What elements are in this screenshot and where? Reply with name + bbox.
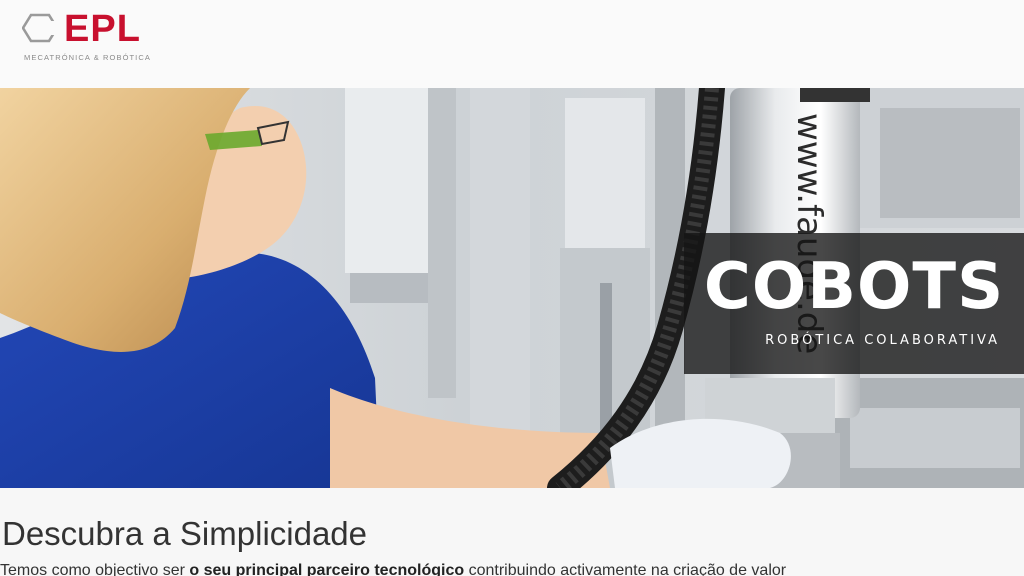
brand-tagline: MECATRÓNICA & ROBÓTICA bbox=[24, 53, 151, 62]
hero-title: COBOTS bbox=[703, 250, 1005, 324]
intro-text-end: contribuindo activamente na criação de v… bbox=[464, 562, 787, 576]
hero-caption-panel: COBOTS ROBÓTICA COLABORATIVA bbox=[684, 233, 1024, 374]
hero-banner: www.faude.de COBOTS ROBÓTICA COLABORATIV… bbox=[0, 88, 1024, 488]
site-header: EPL MECATRÓNICA & ROBÓTICA bbox=[0, 0, 1024, 88]
hexagon-logo-icon bbox=[22, 13, 58, 43]
brand-logo[interactable]: EPL MECATRÓNICA & ROBÓTICA bbox=[22, 8, 162, 66]
intro-text-highlight: o seu principal parceiro tecnológico bbox=[189, 562, 465, 576]
intro-section: Descubra a Simplicidade Temos como objec… bbox=[0, 488, 1024, 576]
hero-subtitle: ROBÓTICA COLABORATIVA bbox=[765, 333, 1000, 348]
intro-paragraph: Temos como objectivo ser o seu principal… bbox=[0, 562, 786, 576]
brand-name: EPL bbox=[64, 8, 141, 50]
section-heading: Descubra a Simplicidade bbox=[2, 515, 368, 552]
intro-text-start: Temos como objectivo ser bbox=[0, 562, 190, 576]
